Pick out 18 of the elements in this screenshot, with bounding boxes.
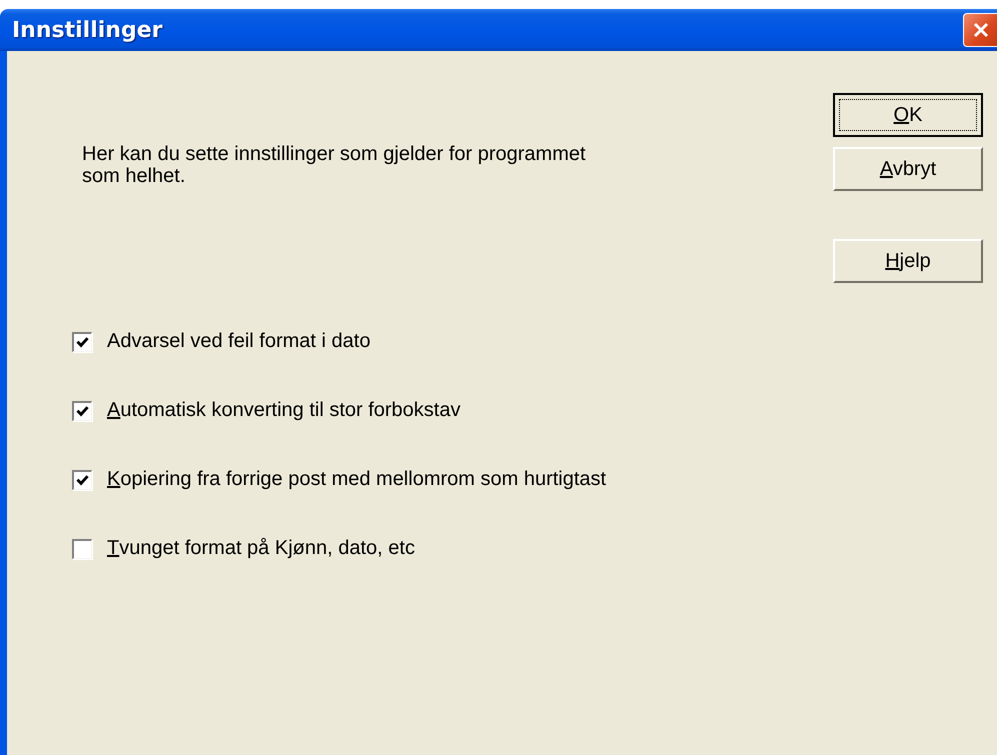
checkbox-label[interactable]: Tvunget format på Kjønn, dato, etc [107, 537, 415, 560]
check-icon [76, 474, 89, 486]
close-button[interactable] [963, 13, 997, 47]
checkbox[interactable] [72, 332, 92, 352]
checkbox-label[interactable]: Kopiering fra forrige post med mellomrom som hurtigtast [107, 468, 606, 491]
checkbox-label[interactable]: Automatisk konverting til stor forbokstav [107, 399, 460, 422]
check-icon [76, 336, 89, 348]
window-title: Innstillinger [12, 18, 162, 42]
checkbox-label[interactable]: Advarsel ved feil format i dato [107, 330, 370, 353]
checkbox[interactable] [72, 538, 92, 558]
close-icon [972, 22, 988, 38]
dialog-button[interactable]: OK [833, 93, 983, 137]
checkbox[interactable] [72, 470, 92, 490]
check-icon [76, 404, 89, 418]
dialog-button[interactable]: Hjelp [833, 239, 983, 283]
dialog-button[interactable]: Avbryt [833, 147, 983, 191]
description-text: Her kan du sette innstillinger som gjelder for programmet som helhet. [82, 143, 587, 187]
checkbox[interactable] [72, 400, 92, 420]
